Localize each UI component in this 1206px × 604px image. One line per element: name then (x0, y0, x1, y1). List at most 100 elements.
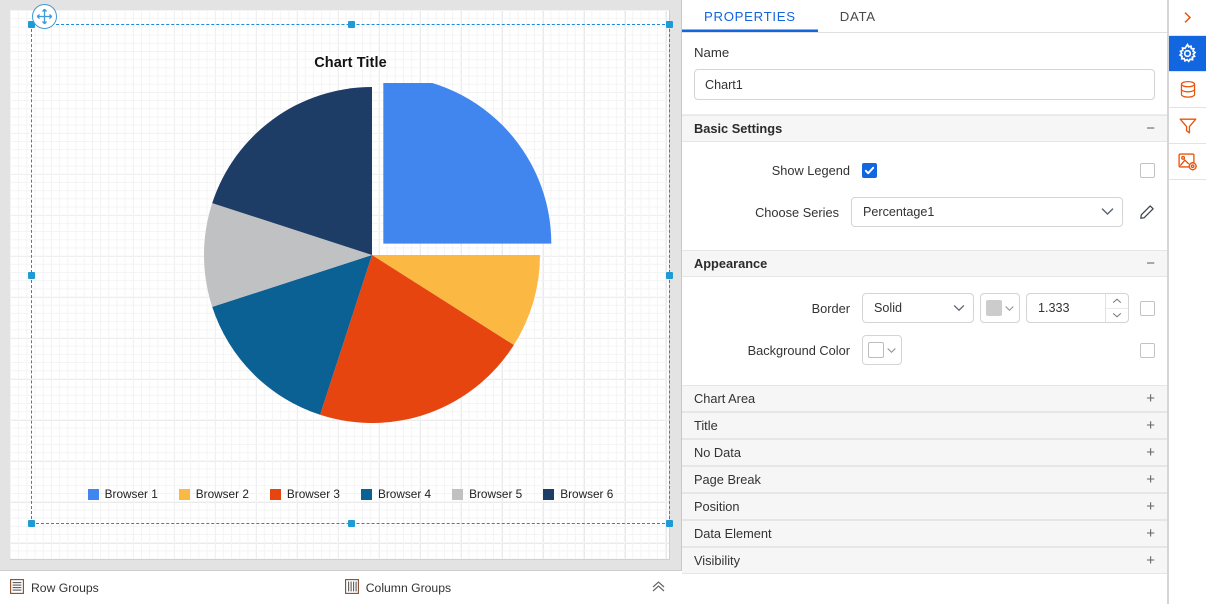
border-width-stepper[interactable]: 1.333 (1026, 293, 1129, 323)
section-toggle-basic-settings[interactable]: − (1146, 121, 1155, 136)
section-title: Data Element (694, 526, 772, 541)
border-color-picker[interactable] (980, 293, 1020, 323)
chevron-up-icon[interactable] (651, 580, 666, 596)
legend-swatch (452, 488, 464, 500)
pencil-icon[interactable] (1139, 204, 1155, 220)
choose-series-select[interactable]: Percentage1 (851, 197, 1123, 227)
section-toggle[interactable]: + (1146, 445, 1155, 460)
tab-data[interactable]: DATA (818, 0, 898, 32)
pie-chart-svg (203, 75, 552, 423)
border-style-select[interactable]: Solid (862, 293, 974, 323)
chevron-down-icon (1101, 205, 1114, 219)
section-title-appearance: Appearance (694, 256, 768, 271)
pie-slice[interactable] (383, 75, 552, 244)
section-body-appearance: Border Solid 1.333 Background Color (682, 277, 1167, 385)
section-toggle[interactable]: + (1146, 418, 1155, 433)
legend-item[interactable]: Browser 3 (269, 487, 340, 501)
properties-scroll-area: Name Basic Settings − Show Legend (682, 33, 1167, 604)
section-title: Chart Area (694, 391, 756, 406)
status-bar: Row Groups Column Groups (0, 570, 682, 604)
choose-series-value: Percentage1 (863, 205, 935, 219)
spin-down-icon[interactable] (1106, 307, 1128, 323)
move-icon[interactable] (32, 4, 57, 29)
section-header-page-break[interactable]: Page Break + (682, 466, 1167, 493)
section-title: No Data (694, 445, 741, 460)
properties-panel: PROPERTIES DATA Name Basic Settings − Sh… (682, 0, 1168, 604)
legend-item[interactable]: Browser 6 (543, 487, 613, 501)
chart-title: Chart Title (314, 55, 387, 71)
choose-series-label: Choose Series (755, 204, 839, 220)
chevron-down-icon (953, 301, 965, 315)
report-body[interactable]: Chart Title Browser 1 Browser 2 Browser 3B… (10, 10, 673, 560)
legend-item[interactable]: Browser 5 (452, 487, 522, 501)
show-legend-expression-checkbox[interactable] (1140, 162, 1155, 178)
show-legend-checkbox[interactable] (862, 162, 877, 178)
section-header-data-element[interactable]: Data Element + (682, 520, 1167, 547)
legend-label: Browser 3 (286, 487, 340, 501)
section-toggle-appearance[interactable]: − (1146, 256, 1155, 271)
section-toggle[interactable]: + (1146, 472, 1155, 487)
chart-canvas[interactable]: Chart Title Browser 1 Browser 2 Browser 3B… (32, 25, 669, 523)
border-expression-checkbox[interactable] (1140, 300, 1155, 316)
section-title: Position (694, 499, 740, 514)
section-header-title[interactable]: Title + (682, 412, 1167, 439)
section-body-basic-settings: Show Legend Choose Series Percentage1 (682, 142, 1167, 250)
section-title: Visibility (694, 553, 740, 568)
panel-tabs: PROPERTIES DATA (682, 0, 1167, 33)
tool-rail (1168, 0, 1206, 604)
background-color-swatch (868, 342, 884, 358)
border-color-swatch (986, 300, 1002, 316)
show-legend-label: Show Legend (771, 162, 850, 178)
section-header-basic-settings[interactable]: Basic Settings − (682, 115, 1167, 142)
legend-swatch (269, 488, 281, 500)
name-input[interactable] (694, 69, 1155, 100)
legend-item[interactable]: Browser 2 (178, 487, 249, 501)
border-label: Border (811, 300, 850, 316)
pie-chart[interactable] (32, 75, 669, 423)
spin-up-icon[interactable] (1106, 294, 1128, 308)
name-label: Name (694, 45, 730, 60)
name-block: Name (682, 33, 1167, 115)
section-title: Page Break (694, 472, 761, 487)
section-title-basic-settings: Basic Settings (694, 121, 783, 136)
background-color-expression-checkbox[interactable] (1140, 342, 1155, 358)
rail-filler (1169, 180, 1206, 604)
database-icon[interactable] (1169, 72, 1206, 108)
section-header-position[interactable]: Position + (682, 493, 1167, 520)
border-style-value: Solid (874, 301, 903, 315)
legend-swatch (87, 488, 99, 500)
legend-label: Browser 4 (378, 487, 432, 501)
legend-swatch (178, 488, 190, 500)
tab-properties[interactable]: PROPERTIES (682, 0, 818, 32)
column-groups-icon (344, 578, 359, 597)
section-header-visibility[interactable]: Visibility + (682, 547, 1167, 574)
section-toggle[interactable]: + (1146, 499, 1155, 514)
gear-icon[interactable] (1169, 36, 1206, 72)
row-groups-label: Row Groups (31, 580, 99, 595)
row-groups-button[interactable]: Row Groups (10, 578, 99, 597)
legend-label: Browser 2 (195, 487, 249, 501)
chart-legend: Browser 1 Browser 2 Browser 3 Browser 4 Brow… (32, 487, 669, 501)
background-color-picker[interactable] (862, 335, 902, 365)
legend-swatch (543, 488, 555, 500)
chevron-right-icon[interactable] (1169, 0, 1206, 36)
row-background-color: Background Color (694, 329, 1155, 371)
section-header-no-data[interactable]: No Data + (682, 439, 1167, 466)
legend-label: Browser 5 (469, 487, 523, 501)
row-border: Border Solid 1.333 (694, 287, 1155, 329)
legend-item[interactable]: Browser 4 (361, 487, 431, 501)
section-toggle[interactable]: + (1146, 526, 1155, 541)
row-choose-series: Choose Series Percentage1 (694, 188, 1155, 236)
row-show-legend: Show Legend (694, 152, 1155, 188)
filter-icon[interactable] (1169, 108, 1206, 144)
section-header-chart-area[interactable]: Chart Area + (682, 385, 1167, 412)
chart-settings-icon[interactable] (1169, 144, 1206, 180)
column-groups-label: Column Groups (365, 580, 452, 595)
legend-item[interactable]: Browser 1 (87, 487, 158, 501)
section-header-appearance[interactable]: Appearance − (682, 250, 1167, 277)
border-width-value[interactable]: 1.333 (1027, 294, 1105, 322)
design-surface[interactable]: Chart Title Browser 1 Browser 2 Browser 3B… (0, 0, 682, 604)
section-toggle[interactable]: + (1146, 553, 1155, 568)
section-toggle[interactable]: + (1146, 391, 1155, 406)
column-groups-button[interactable]: Column Groups (344, 578, 452, 597)
